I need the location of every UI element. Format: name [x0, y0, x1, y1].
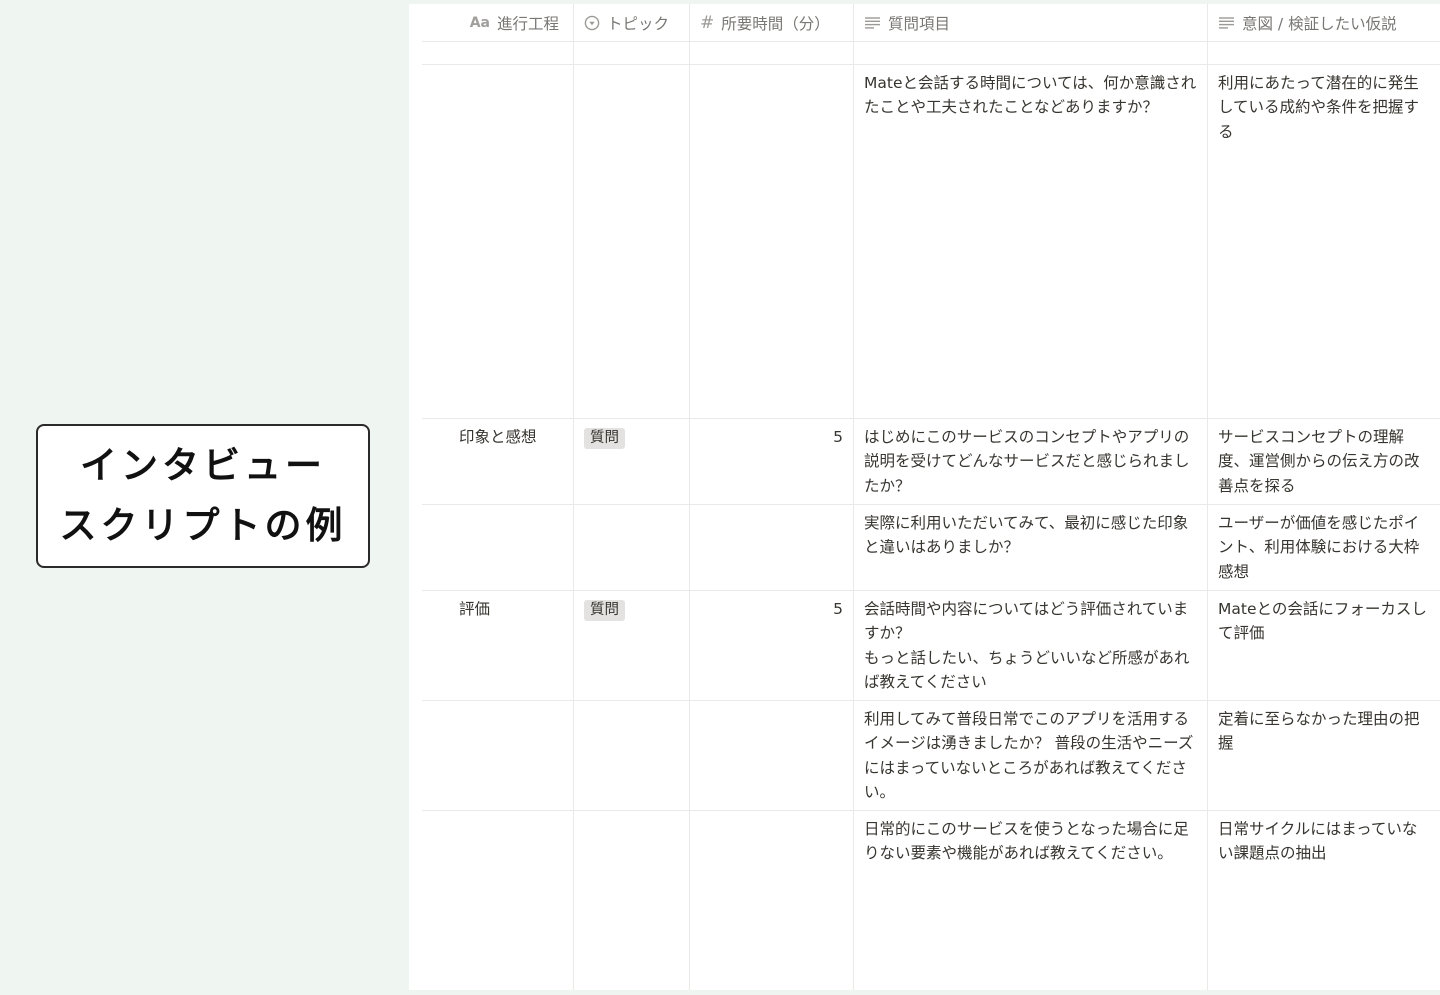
table-body: Mateと会話する時間については、何か意識されたことや工夫されたことなどあります… [422, 41, 1440, 992]
question-cell[interactable]: Mateと会話する時間については、何か意識されたことや工夫されたことなどあります… [854, 65, 1208, 418]
topic-cell[interactable] [574, 41, 690, 64]
intent-cell[interactable]: Mateとの会話にフォーカスして評価 [1208, 591, 1440, 700]
table-row[interactable]: 印象と感想 質問 5 はじめにこのサービスのコンセプトやアプリの説明を受けてどん… [422, 419, 1440, 505]
column-label: 所要時間（分） [721, 14, 830, 33]
intent-cell[interactable]: 利用にあたって潜在的に発生している成約や条件を把握する [1208, 65, 1440, 418]
process-cell[interactable] [422, 65, 574, 418]
intent-cell[interactable] [1208, 41, 1440, 64]
text-lines-icon [1218, 16, 1235, 30]
minutes-cell[interactable] [690, 701, 854, 810]
database-table: Aa 進行工程 トピック # 所要時間（分） 質問項目 意図 / 検証したい仮説 [409, 4, 1440, 992]
question-cell[interactable]: はじめにこのサービスのコンセプトやアプリの説明を受けてどんなサービスだと感じられ… [854, 419, 1208, 504]
title-line-1: インタビュー [80, 444, 326, 487]
page-background-strip [409, 990, 1440, 995]
title-card: インタビュー スクリプトの例 [36, 424, 370, 568]
column-header-process[interactable]: Aa 進行工程 [422, 4, 574, 41]
intent-cell[interactable]: ユーザーが価値を感じたポイント、利用体験における大枠感想 [1208, 505, 1440, 590]
select-icon [584, 15, 600, 31]
table-row[interactable]: 利用してみて普段日常でこのアプリを活用するイメージは湧きましたか？ 普段の生活や… [422, 701, 1440, 811]
question-cell[interactable]: 利用してみて普段日常でこのアプリを活用するイメージは湧きましたか？ 普段の生活や… [854, 701, 1208, 810]
number-icon: # [700, 12, 715, 33]
text-type-icon: Aa [469, 14, 490, 31]
topic-cell[interactable] [574, 811, 690, 992]
question-cell[interactable] [854, 41, 1208, 64]
column-label: 進行工程 [496, 14, 559, 33]
minutes-cell[interactable] [690, 41, 854, 64]
question-cell[interactable]: 日常的にこのサービスを使うとなった場合に足りない要素や機能があれば教えてください… [854, 811, 1208, 992]
intent-cell[interactable]: サービスコンセプトの理解度、運営側からの伝え方の改善点を探る [1208, 419, 1440, 504]
text-lines-icon [864, 16, 881, 30]
table-row[interactable]: Mateと会話する時間については、何か意識されたことや工夫されたことなどあります… [422, 65, 1440, 419]
intent-cell[interactable]: 定着に至らなかった理由の把握 [1208, 701, 1440, 810]
topic-cell[interactable] [574, 65, 690, 418]
process-cell[interactable] [422, 41, 574, 64]
topic-cell[interactable]: 質問 [574, 419, 690, 504]
table-header: Aa 進行工程 トピック # 所要時間（分） 質問項目 意図 / 検証したい仮説 [422, 4, 1440, 42]
topic-tag[interactable]: 質問 [584, 600, 625, 621]
minutes-cell[interactable] [690, 65, 854, 418]
topic-cell[interactable] [574, 701, 690, 810]
process-cell[interactable]: 評価 [422, 591, 574, 700]
topic-cell[interactable] [574, 505, 690, 590]
topic-cell[interactable]: 質問 [574, 591, 690, 700]
column-header-minutes[interactable]: # 所要時間（分） [690, 4, 854, 41]
column-label: 質問項目 [888, 14, 951, 33]
table-row[interactable]: 実際に利用いただいてみて、最初に感じた印象と違いはありましか？ ユーザーが価値を… [422, 505, 1440, 591]
minutes-cell[interactable]: 5 [690, 591, 854, 700]
column-header-intent[interactable]: 意図 / 検証したい仮説 [1208, 4, 1440, 41]
table-row[interactable] [422, 41, 1440, 65]
table-row[interactable]: 評価 質問 5 会話時間や内容についてはどう評価されていますか？ もっと話したい… [422, 591, 1440, 701]
table-row[interactable]: 日常的にこのサービスを使うとなった場合に足りない要素や機能があれば教えてください… [422, 811, 1440, 992]
minutes-cell[interactable] [690, 505, 854, 590]
process-cell[interactable]: 印象と感想 [422, 419, 574, 504]
process-cell[interactable] [422, 811, 574, 992]
minutes-cell[interactable] [690, 811, 854, 992]
column-label: 意図 / 検証したい仮説 [1242, 14, 1397, 33]
column-label: トピック [607, 14, 670, 33]
column-header-topic[interactable]: トピック [574, 4, 690, 41]
minutes-cell[interactable]: 5 [690, 419, 854, 504]
question-cell[interactable]: 実際に利用いただいてみて、最初に感じた印象と違いはありましか？ [854, 505, 1208, 590]
topic-tag[interactable]: 質問 [584, 428, 625, 449]
column-header-question[interactable]: 質問項目 [854, 4, 1208, 41]
question-cell[interactable]: 会話時間や内容についてはどう評価されていますか？ もっと話したい、ちょうどいいな… [854, 591, 1208, 700]
title-line-2: スクリプトの例 [59, 504, 347, 547]
process-cell[interactable] [422, 701, 574, 810]
process-cell[interactable] [422, 505, 574, 590]
intent-cell[interactable]: 日常サイクルにはまっていない課題点の抽出 [1208, 811, 1440, 992]
